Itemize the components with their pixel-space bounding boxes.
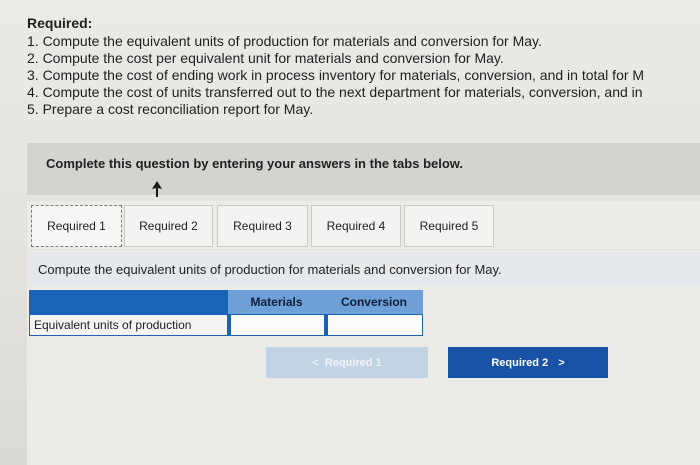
prev-button-label: Required 1 [324,356,382,369]
requirements-title: Required: [27,15,93,31]
materials-input[interactable] [228,314,325,336]
tab-required-5[interactable]: Required 5 [404,205,494,247]
tab-required-4[interactable]: Required 4 [311,205,401,247]
tab-required-3[interactable]: Required 3 [217,205,308,247]
requirements-list: 1. Compute the equivalent units of produ… [27,33,700,118]
column-header-conversion: Conversion [325,290,423,314]
mouse-cursor-icon [152,181,162,197]
tab-required-2[interactable]: Required 2 [124,205,213,247]
column-header-materials: Materials [228,290,325,314]
chevron-left-icon: < [312,356,319,369]
row-label-equivalent-units: Equivalent units of production [29,314,228,336]
instruction-text: Complete this question by entering your … [46,156,464,171]
question-text: Compute the equivalent units of producti… [38,262,502,277]
chevron-right-icon: > [558,356,565,369]
requirement-item-1: 1. Compute the equivalent units of produ… [27,33,542,49]
next-button-label: Required 2 [491,356,549,369]
requirement-item-5: 5. Prepare a cost reconciliation report … [27,101,314,117]
next-required-button[interactable]: Required 2 > [448,347,608,378]
prev-required-button[interactable]: < Required 1 [266,347,428,378]
requirements-block: Required: 1. Compute the equivalent unit… [27,14,700,118]
requirement-item-2: 2. Compute the cost per equivalent unit … [27,50,504,66]
conversion-input[interactable] [325,314,423,336]
tab-required-1[interactable]: Required 1 [31,205,122,247]
requirement-item-4: 4. Compute the cost of units transferred… [27,84,643,100]
requirement-item-3: 3. Compute the cost of ending work in pr… [27,67,645,83]
